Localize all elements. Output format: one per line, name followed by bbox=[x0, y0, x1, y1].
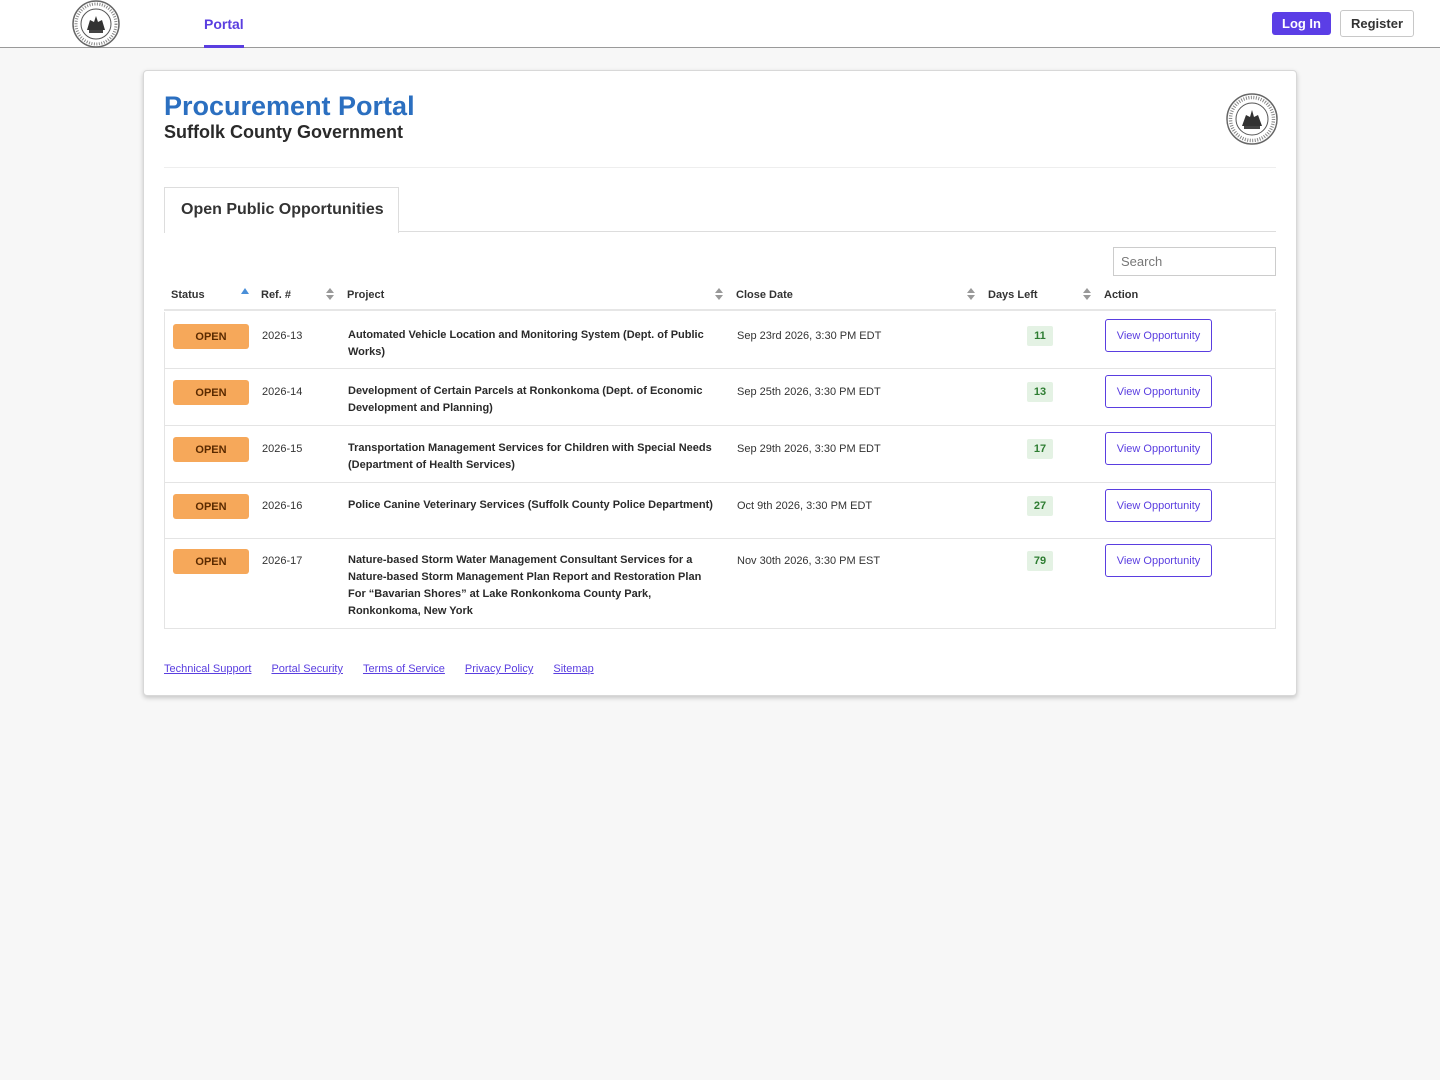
table-header: Status Ref. # Project Close Date Days Le… bbox=[164, 283, 1276, 311]
status-badge: OPEN bbox=[173, 380, 249, 405]
close-date: Sep 29th 2026, 3:30 PM EDT bbox=[737, 443, 881, 455]
header-divider bbox=[164, 167, 1276, 168]
county-seal-logo[interactable] bbox=[72, 0, 120, 48]
ref-number: 2026-13 bbox=[262, 330, 303, 342]
tab-portal-label: Portal bbox=[204, 16, 244, 32]
footer-links: Technical Support Portal Security Terms of… bbox=[164, 663, 614, 675]
view-opportunity-button[interactable]: View Opportunity bbox=[1105, 489, 1212, 522]
table-row: OPEN 2026-15 Transportation Management S… bbox=[165, 426, 1275, 483]
top-navbar: Portal Log In Register bbox=[0, 0, 1440, 48]
status-badge: OPEN bbox=[173, 494, 249, 519]
sort-icon[interactable] bbox=[326, 288, 334, 302]
ref-number: 2026-14 bbox=[262, 386, 303, 398]
active-tab-indicator bbox=[204, 45, 244, 48]
footer-link-privacy-policy[interactable]: Privacy Policy bbox=[465, 663, 533, 675]
footer-link-portal-security[interactable]: Portal Security bbox=[271, 663, 343, 675]
days-left-badge: 11 bbox=[1027, 326, 1053, 346]
view-opportunity-button[interactable]: View Opportunity bbox=[1105, 375, 1212, 408]
days-left-badge: 79 bbox=[1027, 551, 1053, 571]
sort-icon[interactable] bbox=[715, 288, 723, 302]
page-title: Procurement Portal bbox=[164, 91, 415, 121]
project-title: Development of Certain Parcels at Ronkon… bbox=[348, 385, 703, 414]
footer-link-terms-of-service[interactable]: Terms of Service bbox=[363, 663, 445, 675]
footer-link-technical-support[interactable]: Technical Support bbox=[164, 663, 251, 675]
ref-number: 2026-15 bbox=[262, 443, 303, 455]
tab-open-public-opportunities[interactable]: Open Public Opportunities bbox=[164, 187, 399, 233]
view-opportunity-button[interactable]: View Opportunity bbox=[1105, 544, 1212, 577]
register-button[interactable]: Register bbox=[1340, 10, 1414, 37]
ref-number: 2026-16 bbox=[262, 500, 303, 512]
sort-icon[interactable] bbox=[967, 288, 975, 302]
view-opportunity-button[interactable]: View Opportunity bbox=[1105, 432, 1212, 465]
column-header-action: Action bbox=[1104, 289, 1139, 301]
status-badge: OPEN bbox=[173, 324, 249, 349]
table-row: OPEN 2026-14 Development of Certain Parc… bbox=[165, 369, 1275, 426]
column-header-project[interactable]: Project bbox=[347, 289, 384, 301]
close-date: Nov 30th 2026, 3:30 PM EST bbox=[737, 555, 881, 567]
column-header-close-date[interactable]: Close Date bbox=[736, 289, 793, 301]
project-title: Nature-based Storm Water Management Cons… bbox=[348, 554, 702, 617]
close-date: Oct 9th 2026, 3:30 PM EDT bbox=[737, 500, 873, 512]
tab-portal[interactable]: Portal bbox=[204, 0, 244, 48]
column-header-ref[interactable]: Ref. # bbox=[261, 289, 291, 301]
opportunities-table: OPEN 2026-13 Automated Vehicle Location … bbox=[164, 312, 1276, 629]
project-title: Automated Vehicle Location and Monitorin… bbox=[348, 329, 704, 358]
search-input[interactable] bbox=[1113, 247, 1276, 276]
footer-link-sitemap[interactable]: Sitemap bbox=[553, 663, 593, 675]
table-row: OPEN 2026-16 Police Canine Veterinary Se… bbox=[165, 483, 1275, 539]
sort-asc-icon[interactable] bbox=[241, 288, 249, 294]
ref-number: 2026-17 bbox=[262, 555, 303, 567]
status-badge: OPEN bbox=[173, 549, 249, 574]
view-opportunity-button[interactable]: View Opportunity bbox=[1105, 319, 1212, 352]
close-date: Sep 25th 2026, 3:30 PM EDT bbox=[737, 386, 881, 398]
days-left-badge: 27 bbox=[1027, 496, 1053, 516]
sort-icon[interactable] bbox=[1083, 288, 1091, 302]
project-title: Police Canine Veterinary Services (Suffo… bbox=[348, 499, 713, 511]
column-header-status[interactable]: Status bbox=[171, 289, 205, 301]
column-header-days-left[interactable]: Days Left bbox=[988, 289, 1038, 301]
table-row: OPEN 2026-17 Nature-based Storm Water Ma… bbox=[165, 539, 1275, 628]
close-date: Sep 23rd 2026, 3:30 PM EDT bbox=[737, 330, 882, 342]
page-subtitle: Suffolk County Government bbox=[164, 122, 404, 142]
project-title: Transportation Management Services for C… bbox=[348, 442, 712, 471]
days-left-badge: 17 bbox=[1027, 439, 1053, 459]
status-badge: OPEN bbox=[173, 437, 249, 462]
login-button[interactable]: Log In bbox=[1272, 12, 1331, 35]
days-left-badge: 13 bbox=[1027, 382, 1053, 402]
main-card: Procurement Portal Suffolk County Govern… bbox=[143, 70, 1297, 696]
table-row: OPEN 2026-13 Automated Vehicle Location … bbox=[165, 312, 1275, 369]
county-seal-logo bbox=[1226, 93, 1278, 145]
